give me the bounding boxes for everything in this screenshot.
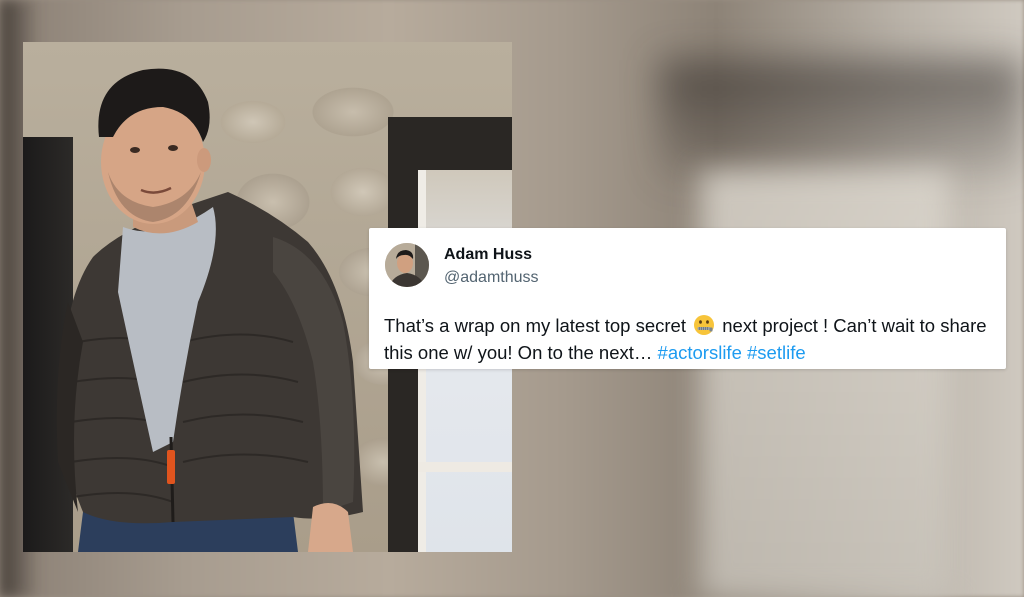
author-handle[interactable]: @adamthuss (444, 269, 539, 287)
zipper-mouth-face-icon (694, 315, 715, 335)
hashtag-setlife[interactable]: #setlife (747, 342, 806, 363)
tweet-text: That’s a wrap on my latest top secret ne… (384, 312, 999, 366)
background-shadow (660, 60, 1024, 180)
composite-image: Adam Huss @adamthuss That’s a wrap on my… (0, 0, 1024, 597)
tweet-card: Adam Huss @adamthuss That’s a wrap on my… (369, 228, 1006, 369)
hashtag-actorslife[interactable]: #actorslife (658, 342, 742, 363)
avatar[interactable] (385, 243, 429, 287)
author-name[interactable]: Adam Huss (444, 246, 532, 264)
tweet-text-part1: That’s a wrap on my latest top secret (384, 315, 686, 336)
avatar-photo (385, 243, 429, 287)
